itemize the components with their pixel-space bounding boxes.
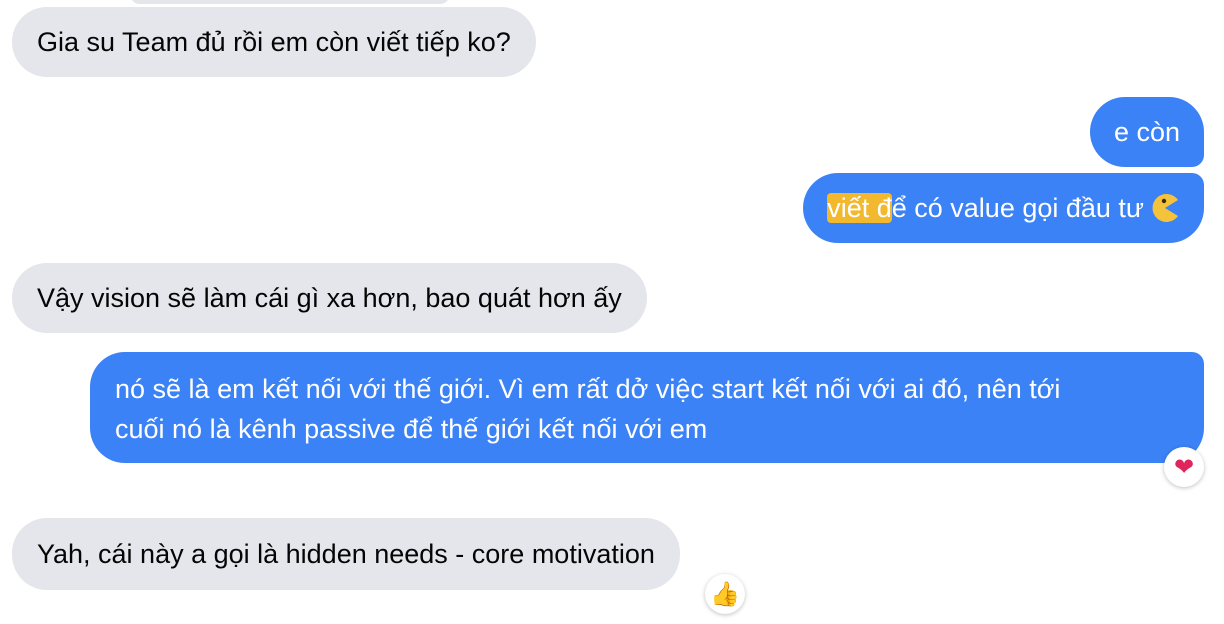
message-text: Yah, cái này a gọi là hidden needs - cor… (37, 539, 655, 569)
chat-thread: Gia su Team đủ rồi em còn viết tiếp ko? … (0, 0, 1224, 624)
highlighted-text[interactable]: viết đ (827, 193, 892, 223)
thumbs-up-reaction[interactable]: 👍 (705, 574, 745, 614)
heart-icon: ❤ (1173, 453, 1195, 481)
outgoing-message-bubble[interactable]: nó sẽ là em kết nối với thế giới. Vì em … (90, 352, 1204, 463)
outgoing-message-bubble[interactable]: viết để có value gọi đầu tư (803, 173, 1204, 243)
message-text: e còn (1113, 117, 1180, 147)
message-line: cuối nó là kênh passive để thế giới kết … (115, 414, 708, 444)
message-line: nó sẽ là em kết nối với thế giới. Vì em … (115, 374, 1061, 404)
message-text: Vậy vision sẽ làm cái gì xa hơn, bao quá… (37, 283, 622, 313)
message-text: Gia su Team đủ rồi em còn viết tiếp ko? (37, 27, 511, 57)
thumbs-up-icon: 👍 (710, 580, 740, 608)
pacman-emoji-icon (1150, 193, 1180, 223)
outgoing-message-bubble[interactable]: e còn (1089, 97, 1204, 167)
previous-message-sliver (130, 0, 450, 4)
message-text: ể có value gọi đầu tư (891, 193, 1144, 223)
incoming-message-bubble[interactable]: Gia su Team đủ rồi em còn viết tiếp ko? (12, 7, 536, 77)
incoming-message-bubble[interactable]: Vậy vision sẽ làm cái gì xa hơn, bao quá… (12, 263, 647, 333)
incoming-message-bubble[interactable]: Yah, cái này a gọi là hidden needs - cor… (12, 518, 680, 590)
heart-reaction[interactable]: ❤ (1164, 447, 1204, 487)
